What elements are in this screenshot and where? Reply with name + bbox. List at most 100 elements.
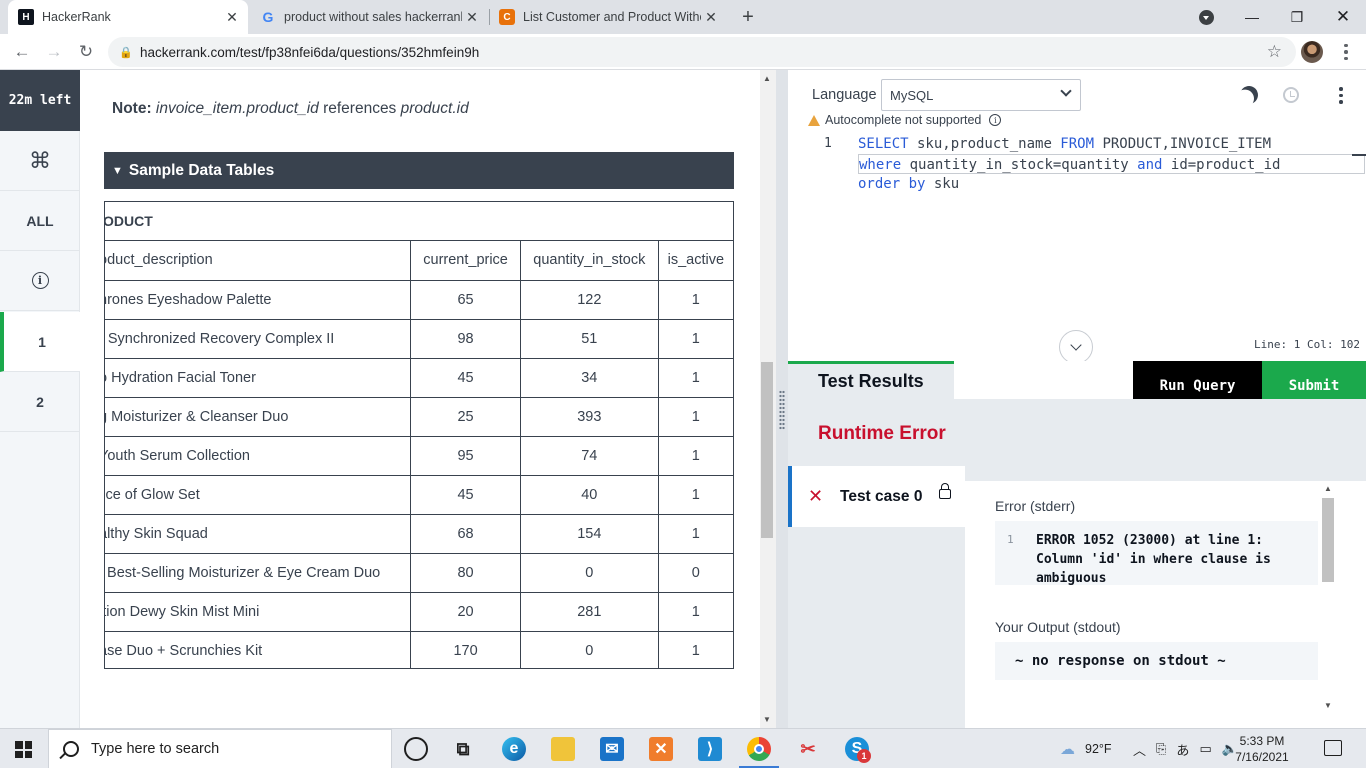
question-navigation-rail: 22m left ⌘ ALL i 1 2	[0, 70, 80, 728]
system-clock[interactable]: 5:33 PM 7/16/2021	[1227, 733, 1297, 765]
command-palette-icon[interactable]: ⌘	[0, 131, 80, 191]
table-cell: 0	[658, 553, 733, 593]
sample-data-toggle[interactable]: ▼ Sample Data Tables	[104, 152, 734, 189]
minimize-button[interactable]: —	[1229, 0, 1275, 34]
caret-down-icon: ▼	[112, 164, 123, 177]
code-line[interactable]: order by sku	[788, 174, 1366, 194]
profile-avatar[interactable]	[1301, 41, 1323, 63]
drag-handle-icon[interactable]	[779, 390, 785, 430]
time-remaining: 22m left	[0, 70, 80, 131]
url-text[interactable]: hackerrank.com/test/fp38nfei6da/question…	[140, 45, 479, 60]
tab-test-results[interactable]: Test Results	[788, 361, 954, 399]
results-scrollbar[interactable]: ▲ ▼	[1320, 482, 1336, 712]
tab-search-icon[interactable]	[1199, 10, 1214, 25]
table-cell: 1	[658, 358, 733, 398]
scroll-down-arrow[interactable]: ▼	[763, 715, 771, 724]
weather-widget[interactable]: ☁ 92°F	[1060, 729, 1112, 768]
reload-button[interactable]: ↻	[74, 40, 98, 64]
new-tab-button[interactable]: +	[736, 0, 760, 34]
back-button[interactable]: ←	[10, 40, 34, 64]
pane-splitter[interactable]	[776, 70, 788, 728]
table-row: Youth Serum Collection 95 74 1	[105, 436, 733, 476]
submit-button[interactable]: Submit	[1262, 361, 1366, 399]
collapse-editor-button[interactable]	[1059, 330, 1093, 364]
cortana-icon[interactable]	[404, 737, 428, 761]
table-cell: g Moisturizer & Cleanser Duo	[105, 397, 412, 437]
close-tab-icon[interactable]: ✕	[222, 9, 242, 26]
chevron-up-icon[interactable]: ︿	[1133, 740, 1146, 759]
rail-item-all[interactable]: ALL	[0, 191, 80, 251]
bookmark-star-icon[interactable]: ☆	[1267, 42, 1282, 62]
code-text[interactable]: order by sku	[858, 174, 959, 194]
lock-icon[interactable]: 🔒	[112, 46, 140, 59]
table-cell: 154	[520, 514, 659, 554]
browser-toolbar: ← → ↻ 🔒 hackerrank.com/test/fp38nfei6da/…	[0, 34, 1366, 70]
ime-icon[interactable]: あ	[1176, 740, 1189, 759]
restore-button[interactable]: ❐	[1274, 0, 1320, 34]
windows-start-icon[interactable]	[15, 741, 32, 758]
question-scrollbar[interactable]: ▲ ▼	[760, 70, 776, 728]
language-select[interactable]: MySQL	[881, 79, 1081, 111]
run-query-button[interactable]: Run Query	[1133, 361, 1262, 399]
table-cell: 45	[410, 358, 521, 398]
scroll-up-arrow[interactable]: ▲	[1324, 484, 1332, 493]
column-header: is_active	[658, 241, 733, 281]
system-tray[interactable]: ︿ ⎘ あ ▭ 🔈	[1133, 729, 1238, 768]
code-text[interactable]: where quantity_in_stock=quantity and id=…	[858, 154, 1365, 174]
sql-text: PRODUCT,INVOICE_ITEM	[1094, 136, 1272, 152]
line-number: 1	[824, 136, 832, 151]
vscode-icon[interactable]: ⟩	[698, 737, 722, 761]
rail-item-question-1[interactable]: 1	[0, 312, 80, 372]
test-case-item[interactable]: ✕ Test case 0	[788, 466, 965, 527]
edge-icon[interactable]: e	[502, 737, 526, 761]
close-tab-icon[interactable]: ✕	[462, 9, 482, 26]
scroll-down-arrow[interactable]: ▼	[1324, 701, 1332, 710]
scrollbar-thumb[interactable]	[1322, 498, 1334, 582]
table-title: ODUCT	[105, 202, 733, 241]
taskbar-search[interactable]: Type here to search	[48, 729, 392, 768]
display-icon[interactable]: ▭	[1199, 741, 1211, 757]
forward-button[interactable]: →	[42, 40, 66, 64]
file-explorer-icon[interactable]	[551, 737, 575, 761]
rail-item-info[interactable]: i	[0, 251, 80, 311]
close-window-button[interactable]: ✕	[1320, 0, 1366, 34]
sql-keyword: order	[858, 176, 901, 192]
table-row: ition Dewy Skin Mist Mini 20 281 1	[105, 592, 733, 632]
stderr-output: 1 ERROR 1052 (23000) at line 1: Column '…	[995, 521, 1318, 586]
language-label: Language	[812, 87, 877, 103]
editor-menu-icon[interactable]	[1339, 87, 1343, 104]
sql-text: sku	[925, 176, 960, 192]
mail-icon[interactable]: ✉	[600, 737, 624, 761]
rail-item-question-2[interactable]: 2	[0, 372, 80, 432]
chrome-icon[interactable]	[747, 737, 771, 761]
tab-google-search[interactable]: G product without sales hackerrank ✕	[250, 0, 488, 34]
table-cell: 95	[410, 436, 521, 476]
sql-keyword: and	[1137, 157, 1163, 173]
browser-menu-icon[interactable]	[1336, 40, 1356, 64]
address-bar[interactable]: 🔒 hackerrank.com/test/fp38nfei6da/questi…	[108, 37, 1296, 67]
close-tab-icon[interactable]: ✕	[701, 9, 721, 26]
table-cell: 34	[520, 358, 659, 398]
tab-list-customer[interactable]: C List Customer and Product Witho ✕	[489, 0, 727, 34]
task-view-icon[interactable]: ⧉	[451, 737, 475, 761]
table-cell: r Synchronized Recovery Complex II	[105, 319, 412, 359]
scroll-up-arrow[interactable]: ▲	[763, 74, 771, 83]
snipping-tool-icon[interactable]: ✂	[796, 737, 820, 761]
stderr-label: Error (stderr)	[995, 498, 1076, 514]
action-center-icon[interactable]	[1324, 740, 1342, 756]
tab-hackerrank[interactable]: H HackerRank ✕	[8, 0, 248, 34]
dark-mode-icon[interactable]	[1237, 83, 1260, 106]
info-icon[interactable]: i	[989, 114, 1002, 126]
xampp-icon[interactable]: ✕	[649, 737, 673, 761]
code-area[interactable]: 1 SELECT sku,product_name FROM PRODUCT,IN…	[788, 134, 1366, 324]
sql-keyword: FROM	[1060, 136, 1095, 152]
table-cell: hrones Eyeshadow Palette	[105, 280, 412, 320]
network-icon[interactable]: ⎘	[1156, 741, 1166, 757]
code-line[interactable]: where quantity_in_stock=quantity and id=…	[788, 154, 1366, 174]
code-line[interactable]: 1 SELECT sku,product_name FROM PRODUCT,IN…	[788, 134, 1366, 154]
scrollbar-thumb[interactable]	[761, 362, 773, 538]
sql-text: quantity_in_stock=quantity	[901, 157, 1138, 173]
history-icon[interactable]	[1283, 87, 1299, 103]
code-text[interactable]: SELECT sku,product_name FROM PRODUCT,INV…	[858, 134, 1271, 154]
browser-tab-strip: H HackerRank ✕ G product without sales h…	[0, 0, 1366, 34]
